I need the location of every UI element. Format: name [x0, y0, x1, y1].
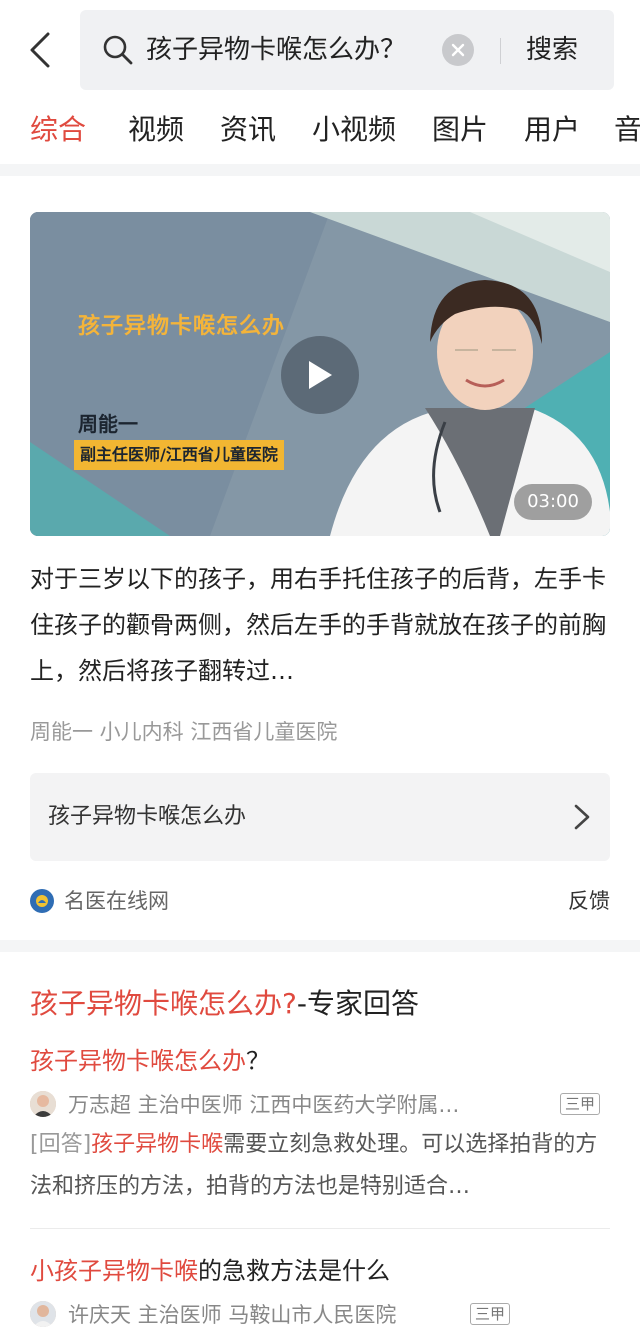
hospital-badge: 三甲: [470, 1303, 511, 1325]
category-tabs: 综合 视频 资讯 小视频 图片 用户 音: [0, 96, 640, 164]
video-thumb-name: 周能一: [78, 412, 138, 436]
avatar: [30, 1301, 56, 1327]
expert-section-title[interactable]: 孩子异物卡喉怎么办?-专家回答: [30, 982, 419, 1026]
answer-tag: [回答]: [30, 1132, 92, 1157]
video-duration: 03:00: [514, 484, 592, 520]
tab-images[interactable]: 图片: [432, 110, 488, 150]
related-query-link[interactable]: 孩子异物卡喉怎么办: [30, 773, 610, 861]
doctor-info: 许庆天 主治医师 马鞍山市人民医院: [68, 1303, 397, 1327]
tab-music[interactable]: 音: [614, 110, 640, 150]
chevron-right-icon: [574, 804, 590, 830]
video-thumbnail[interactable]: 孩子异物卡喉怎么办 周能一 副主任医师/江西省儿童医院 03:00: [30, 212, 610, 536]
play-icon[interactable]: [281, 336, 359, 414]
question-rest: ？: [246, 1047, 270, 1075]
header: 孩子异物卡喉怎么办？ 搜索: [0, 0, 640, 96]
tab-users[interactable]: 用户: [524, 110, 580, 150]
search-box[interactable]: 孩子异物卡喉怎么办？ 搜索: [80, 10, 614, 90]
video-description[interactable]: 对于三岁以下的孩子，用右手托住孩子的后背，左手卡住孩子的颧骨两侧，然后左手的手背…: [30, 556, 610, 694]
answer-highlight: 孩子异物卡喉: [91, 1132, 224, 1157]
source-logo-icon: [30, 889, 54, 913]
search-button[interactable]: 搜索: [526, 30, 578, 70]
related-query-text: 孩子异物卡喉怎么办: [48, 804, 247, 829]
tab-news[interactable]: 资讯: [220, 110, 276, 150]
doctor-line: 许庆天 主治医师 马鞍山市人民医院: [30, 1298, 610, 1330]
avatar: [30, 1091, 56, 1117]
doctor-line: 万志超 主治中医师 江西中医药大学附属…: [30, 1088, 610, 1120]
question-title[interactable]: 小孩子异物卡喉的急救方法是什么: [30, 1252, 390, 1290]
question-rest: 的急救方法是什么: [198, 1257, 390, 1285]
source-line[interactable]: 名医在线网: [30, 885, 169, 917]
source-name: 名医在线网: [64, 889, 169, 913]
video-thumb-role: 副主任医师/江西省儿童医院: [74, 440, 284, 470]
tab-all[interactable]: 综合: [30, 110, 86, 150]
tab-short-video[interactable]: 小视频: [312, 110, 396, 150]
clear-icon[interactable]: [442, 34, 474, 66]
doctor-info: 万志超 主治中医师 江西中医药大学附属…: [68, 1093, 460, 1117]
tab-video[interactable]: 视频: [128, 110, 184, 150]
hospital-badge: 三甲: [560, 1093, 601, 1115]
question-highlight: 孩子异物卡喉怎么办: [30, 1047, 246, 1075]
feedback-button[interactable]: 反馈: [568, 885, 610, 917]
video-thumb-title: 孩子异物卡喉怎么办: [78, 314, 286, 339]
question-highlight: 小孩子异物卡喉: [30, 1257, 198, 1285]
section-divider: [0, 164, 640, 176]
search-input[interactable]: 孩子异物卡喉怎么办？: [146, 30, 406, 70]
video-meta: 周能一 小儿内科 江西省儿童医院: [30, 720, 338, 744]
expert-title-rest: -专家回答: [296, 987, 419, 1020]
search-separator: [500, 38, 501, 64]
search-icon: [102, 34, 134, 66]
expert-title-highlight: 孩子异物卡喉怎么办?: [30, 987, 297, 1020]
divider: [30, 1228, 610, 1229]
question-title[interactable]: 孩子异物卡喉怎么办？: [30, 1042, 270, 1080]
section-divider: [0, 940, 640, 952]
answer-snippet[interactable]: [回答]孩子异物卡喉需要立刻急救处理。可以选择拍背的方法和挤压的方法，拍背的方法…: [30, 1124, 610, 1208]
back-arrow-icon[interactable]: [22, 28, 58, 72]
